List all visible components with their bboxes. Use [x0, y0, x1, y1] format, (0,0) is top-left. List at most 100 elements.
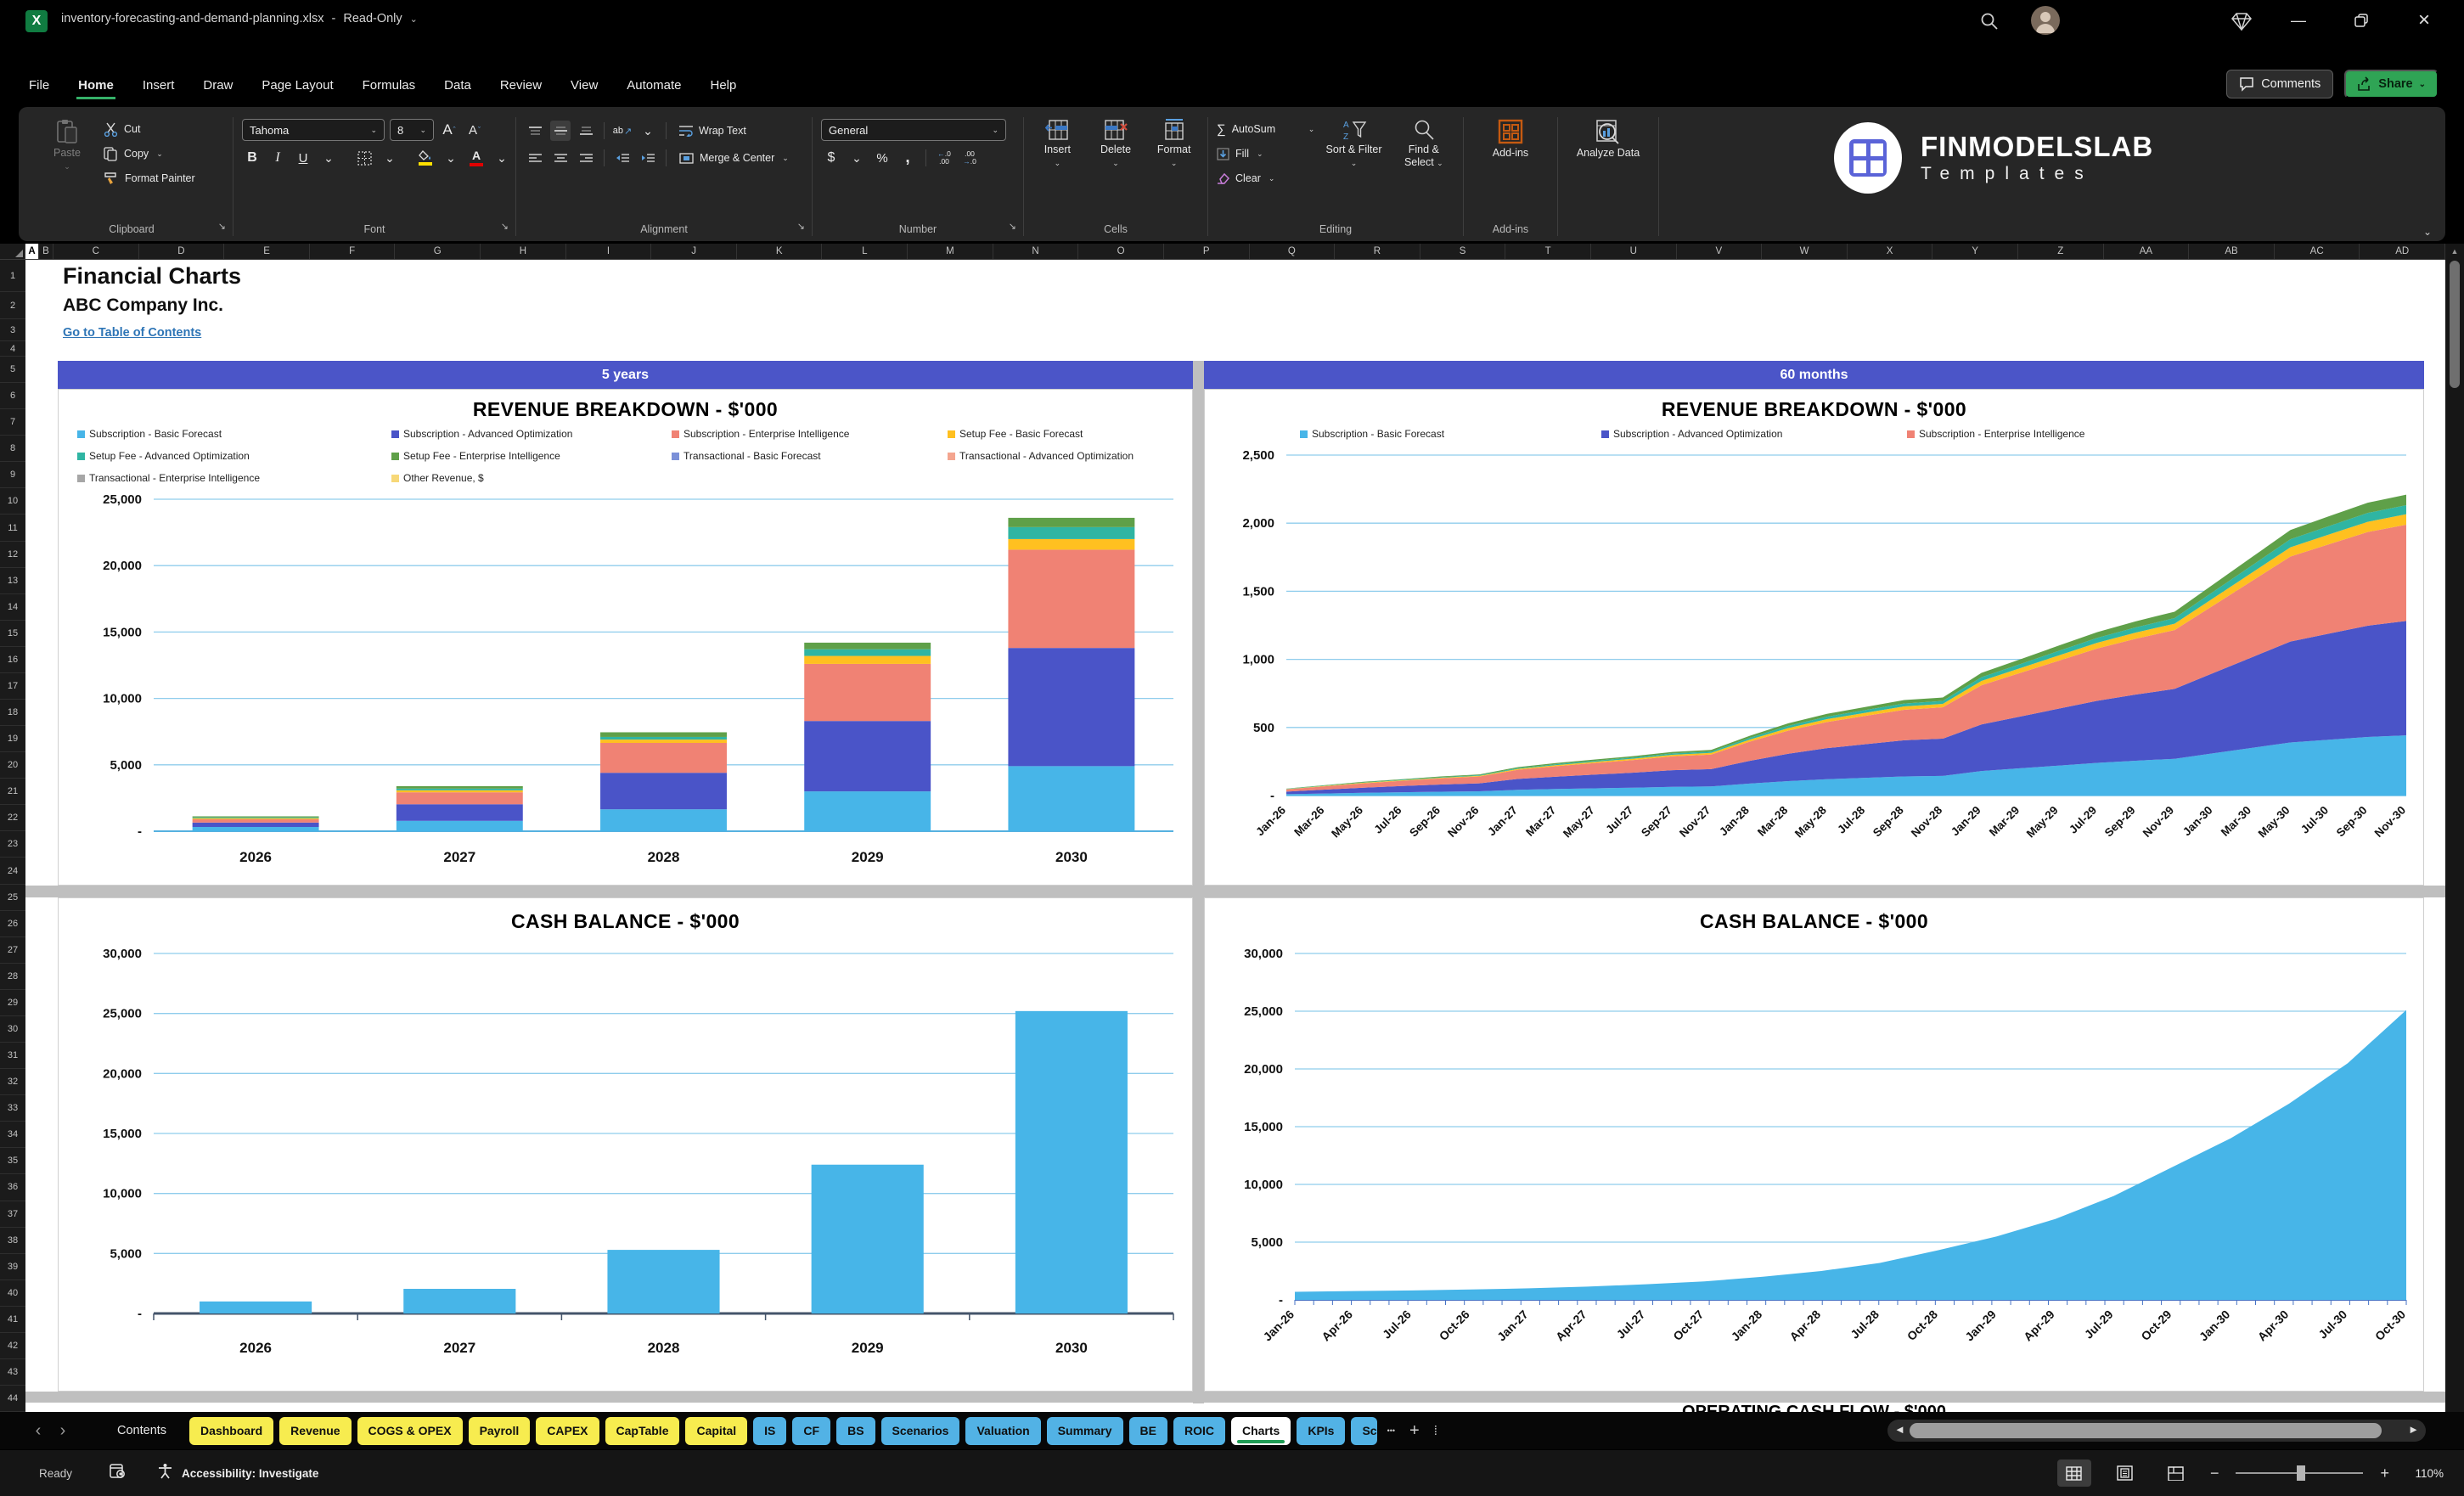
clipboard-dialog-launcher[interactable]: ↘ — [218, 217, 226, 237]
column-header-F[interactable]: F — [310, 244, 396, 259]
column-header-J[interactable]: J — [651, 244, 737, 259]
row-header-20[interactable]: 20 — [0, 752, 25, 779]
sheet-menu-dots[interactable]: ⁞ — [1430, 1424, 1442, 1438]
vertical-scrollbar[interactable]: ▲ — [2445, 244, 2464, 1412]
sheet-tab-payroll[interactable]: Payroll — [468, 1416, 531, 1445]
fill-button[interactable]: Fill ⌄ — [1217, 143, 1314, 164]
grow-font-button[interactable]: Aˆ — [439, 120, 459, 140]
scroll-right-icon[interactable]: ► — [2408, 1423, 2419, 1436]
menu-tab-help[interactable]: Help — [709, 71, 739, 99]
font-color-dropdown[interactable]: ⌄ — [492, 148, 512, 168]
column-header-C[interactable]: C — [53, 244, 139, 259]
row-header-31[interactable]: 31 — [0, 1043, 25, 1070]
column-header-AB[interactable]: AB — [2189, 244, 2275, 259]
row-header-41[interactable]: 41 — [0, 1307, 25, 1333]
column-header-B[interactable]: B — [39, 244, 53, 259]
row-header-30[interactable]: 30 — [0, 1016, 25, 1043]
cut-button[interactable]: Cut — [104, 119, 195, 139]
menu-tab-data[interactable]: Data — [442, 71, 473, 99]
row-header-13[interactable]: 13 — [0, 568, 25, 594]
menu-tab-home[interactable]: Home — [76, 71, 115, 99]
column-header-AD[interactable]: AD — [2360, 244, 2446, 259]
column-header-Q[interactable]: Q — [1250, 244, 1336, 259]
clear-button[interactable]: Clear ⌄ — [1217, 168, 1314, 188]
row-header-5[interactable]: 5 — [0, 357, 25, 384]
column-header-D[interactable]: D — [139, 244, 225, 259]
column-header-H[interactable]: H — [481, 244, 566, 259]
align-right-button[interactable] — [576, 148, 596, 168]
row-header-17[interactable]: 17 — [0, 673, 25, 700]
delete-cells-button[interactable]: Delete ⌄ — [1091, 115, 1141, 219]
scroll-up-icon[interactable]: ▲ — [2445, 244, 2464, 256]
table-of-contents-link[interactable]: Go to Table of Contents — [63, 326, 201, 340]
column-header-A[interactable]: A — [25, 244, 39, 259]
collapse-ribbon-chevron[interactable]: ⌄ — [2423, 226, 2432, 238]
align-center-button[interactable] — [550, 148, 571, 168]
zoom-slider[interactable] — [2236, 1465, 2364, 1481]
vertical-scrollbar-thumb[interactable] — [2450, 261, 2460, 388]
decrease-indent-button[interactable] — [612, 148, 633, 168]
number-dialog-launcher[interactable]: ↘ — [1009, 217, 1016, 237]
row-header-43[interactable]: 43 — [0, 1359, 25, 1386]
sheet-tab-cogs-opex[interactable]: COGS & OPEX — [357, 1416, 463, 1445]
sheet-nav-prev[interactable]: ‹ — [29, 1421, 48, 1441]
document-title[interactable]: inventory-forecasting-and-demand-plannin… — [61, 12, 418, 25]
increase-indent-button[interactable] — [638, 148, 658, 168]
format-cells-button[interactable]: Format ⌄ — [1149, 115, 1199, 219]
row-header-6[interactable]: 6 — [0, 383, 25, 410]
row-header-37[interactable]: 37 — [0, 1201, 25, 1228]
column-header-R[interactable]: R — [1335, 244, 1420, 259]
sheet-tab-is[interactable]: IS — [753, 1416, 787, 1445]
sheet-tab-roic[interactable]: ROIC — [1173, 1416, 1225, 1445]
menu-tab-review[interactable]: Review — [498, 71, 543, 99]
zoom-out-button[interactable]: − — [2210, 1465, 2219, 1482]
number-format-combo[interactable]: General ⌄ — [821, 119, 1006, 141]
sheet-tab-contents[interactable]: Contents — [100, 1417, 183, 1445]
normal-view-button[interactable] — [2056, 1459, 2091, 1487]
horizontal-scrollbar-thumb[interactable] — [1910, 1423, 2382, 1438]
column-header-W[interactable]: W — [1762, 244, 1848, 259]
column-header-S[interactable]: S — [1420, 244, 1506, 259]
insert-cells-button[interactable]: Insert ⌄ — [1032, 115, 1083, 219]
sheet-tab-scenarios[interactable]: Scenarios — [880, 1416, 960, 1445]
column-header-I[interactable]: I — [566, 244, 652, 259]
row-header-1[interactable]: 1 — [0, 260, 25, 292]
scroll-left-icon[interactable]: ◄ — [1894, 1423, 1905, 1436]
column-header-Y[interactable]: Y — [1932, 244, 2019, 259]
fill-color-button[interactable] — [415, 148, 436, 168]
row-header-23[interactable]: 23 — [0, 831, 25, 858]
italic-button[interactable]: I — [267, 148, 288, 168]
sheet-nav-next[interactable]: › — [53, 1421, 72, 1441]
row-header-4[interactable]: 4 — [0, 341, 25, 357]
share-button[interactable]: Share ⌄ — [2344, 70, 2439, 98]
row-header-39[interactable]: 39 — [0, 1254, 25, 1280]
search-icon[interactable] — [1980, 12, 1999, 35]
row-header-38[interactable]: 38 — [0, 1228, 25, 1254]
sheet-tab-sc[interactable]: Sc — [1351, 1416, 1377, 1445]
format-painter-button[interactable]: Format Painter — [104, 168, 195, 188]
column-header-G[interactable]: G — [395, 244, 481, 259]
column-header-N[interactable]: N — [993, 244, 1079, 259]
row-header-40[interactable]: 40 — [0, 1280, 25, 1307]
column-header-L[interactable]: L — [822, 244, 909, 259]
row-header-19[interactable]: 19 — [0, 726, 25, 753]
shrink-font-button[interactable]: Aˇ — [464, 120, 485, 140]
align-top-button[interactable] — [525, 121, 545, 141]
accessibility-status[interactable]: Accessibility: Investigate — [182, 1467, 318, 1480]
premium-diamond-icon[interactable] — [2231, 12, 2252, 35]
font-dialog-launcher[interactable]: ↘ — [501, 217, 509, 237]
row-headers[interactable]: 1 2 3 4 5 6 7 8 9 10 11 12 13 14 15 16 17 18 19 20 21 22 23 24 2… — [0, 260, 25, 1413]
row-header-27[interactable]: 27 — [0, 937, 25, 964]
font-size-combo[interactable]: 8 ⌄ — [390, 119, 434, 141]
addins-button[interactable]: Add-ins — [1482, 115, 1539, 219]
sheet-tab-captable[interactable]: CapTable — [605, 1416, 680, 1445]
more-sheets-button[interactable]: ••• — [1383, 1426, 1399, 1435]
select-all-corner[interactable] — [0, 244, 25, 259]
accounting-format-button[interactable]: $ — [821, 148, 841, 168]
column-header-M[interactable]: M — [908, 244, 993, 259]
restore-button[interactable] — [2349, 8, 2374, 32]
macro-record-icon[interactable] — [110, 1463, 127, 1483]
sheet-tab-bs[interactable]: BS — [836, 1416, 875, 1445]
decrease-decimal-button[interactable]: .00 →.0 — [959, 148, 980, 168]
column-header-AA[interactable]: AA — [2104, 244, 2190, 259]
